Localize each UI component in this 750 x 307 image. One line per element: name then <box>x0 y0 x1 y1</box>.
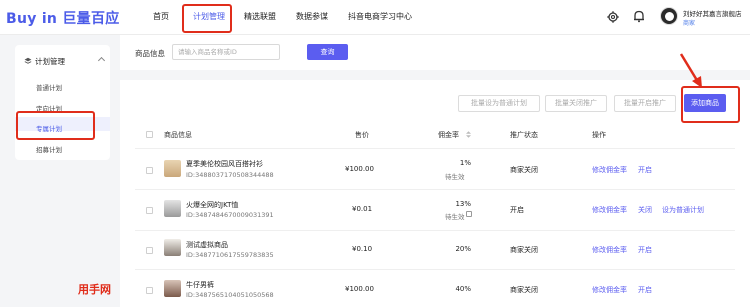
row-checkbox[interactable] <box>146 287 153 294</box>
product-name: 测试虚拟商品 <box>186 241 228 249</box>
enable-link[interactable]: 开启 <box>638 285 652 295</box>
product-thumbnail <box>164 280 181 297</box>
column-header-status: 推广状态 <box>510 131 538 139</box>
set-normal-plan-link[interactable]: 设为普通计划 <box>662 205 704 215</box>
search-button[interactable]: 查询 <box>307 44 348 60</box>
product-price: ¥100.00 <box>345 285 374 293</box>
column-header-product: 商品信息 <box>164 131 192 139</box>
column-header-price: 售价 <box>355 131 369 139</box>
batch-set-normal-button[interactable]: 批量设为普通计划 <box>458 95 540 112</box>
nav-learning-center[interactable]: 抖音电商学习中心 <box>348 11 412 22</box>
promotion-status: 商家关闭 <box>510 166 538 174</box>
commission-rate: 20% <box>455 245 471 253</box>
promotion-status: 商家关闭 <box>510 246 538 254</box>
product-name: 夏季美伦校园风百搭衬衫 <box>186 160 263 168</box>
search-label: 商品信息 <box>135 49 165 58</box>
shop-name: 刘好好其嘉言旗舰店 <box>683 10 742 18</box>
top-bar: Buy in 巨量百应 首页 计划管理 精选联盟 数据参谋 抖音电商学习中心 刘… <box>0 0 750 35</box>
sidebar-section-title[interactable]: 计划管理 <box>35 56 65 67</box>
header-divider <box>135 148 735 149</box>
disable-link[interactable]: 关闭 <box>638 205 652 215</box>
shop-badge: 商家 <box>683 20 696 27</box>
commission-rate: 1% <box>459 159 471 167</box>
commission-rate: 40% <box>455 285 471 293</box>
product-thumbnail <box>164 200 181 217</box>
bell-icon[interactable] <box>633 10 645 23</box>
commission-pending: 待生效 <box>445 213 465 221</box>
sidebar: 计划管理 普通计划 定向计划 专属计划 招募计划 <box>15 45 110 160</box>
add-button-highlight-box <box>681 86 740 123</box>
arrow-annotation-icon <box>679 53 702 88</box>
edit-icon[interactable] <box>466 211 472 217</box>
logo[interactable]: Buy in 巨量百应 <box>6 8 120 28</box>
sidebar-item-recruit-plan[interactable]: 招募计划 <box>36 144 62 154</box>
edit-commission-link[interactable]: 修改佣金率 <box>592 165 627 175</box>
row-checkbox[interactable] <box>146 247 153 254</box>
product-id: ID:3488037170508344488 <box>186 171 274 179</box>
commission-rate: 13% <box>455 200 471 208</box>
row-checkbox[interactable] <box>146 207 153 214</box>
column-header-actions: 操作 <box>592 131 606 139</box>
sort-icon[interactable] <box>465 131 472 138</box>
edit-commission-link[interactable]: 修改佣金率 <box>592 205 627 215</box>
watermark: 用手网 <box>78 283 111 296</box>
sidebar-highlight-box <box>16 111 95 140</box>
product-name: 牛仔男裤 <box>186 281 214 289</box>
avatar[interactable] <box>660 7 678 25</box>
enable-link[interactable]: 开启 <box>638 245 652 255</box>
row-divider <box>135 269 735 270</box>
nav-selected-alliance[interactable]: 精选联盟 <box>244 11 276 22</box>
row-divider <box>135 230 735 231</box>
commission-pending: 待生效 <box>445 173 465 181</box>
row-checkbox[interactable] <box>146 167 153 174</box>
product-name: 火爆全网的JKT恤 <box>186 201 239 209</box>
promotion-status: 开启 <box>510 206 524 214</box>
select-all-checkbox[interactable] <box>146 131 153 138</box>
product-table-panel: 批量设为普通计划 批量关闭推广 批量开启推广 添加商品 商品信息 售价 佣金率 … <box>120 80 750 307</box>
promotion-status: 商家关闭 <box>510 286 538 294</box>
column-header-commission: 佣金率 <box>438 131 459 139</box>
batch-close-button[interactable]: 批量关闭推广 <box>545 95 607 112</box>
product-thumbnail <box>164 160 181 177</box>
gear-icon[interactable] <box>607 11 619 23</box>
chevron-up-icon[interactable] <box>97 56 106 65</box>
product-id: ID:3487710617559783835 <box>186 251 274 259</box>
row-divider <box>135 189 735 190</box>
product-id: ID:3487565104051050568 <box>186 291 274 299</box>
nav-highlight-box <box>182 4 232 33</box>
product-thumbnail <box>164 239 181 256</box>
search-input[interactable] <box>172 44 280 60</box>
batch-open-button[interactable]: 批量开启推广 <box>614 95 676 112</box>
product-price: ¥0.10 <box>352 245 373 253</box>
layers-icon <box>24 57 32 64</box>
search-panel: 商品信息 查询 <box>120 35 750 70</box>
avatar-face-icon <box>665 12 674 21</box>
edit-commission-link[interactable]: 修改佣金率 <box>592 285 627 295</box>
enable-link[interactable]: 开启 <box>638 165 652 175</box>
edit-commission-link[interactable]: 修改佣金率 <box>592 245 627 255</box>
nav-home[interactable]: 首页 <box>153 11 169 22</box>
product-price: ¥0.01 <box>352 205 373 213</box>
product-price: ¥100.00 <box>345 165 374 173</box>
sidebar-item-normal-plan[interactable]: 普通计划 <box>36 82 62 92</box>
nav-data-advisor[interactable]: 数据参谋 <box>296 11 328 22</box>
product-id: ID:3487484670009031391 <box>186 211 274 219</box>
